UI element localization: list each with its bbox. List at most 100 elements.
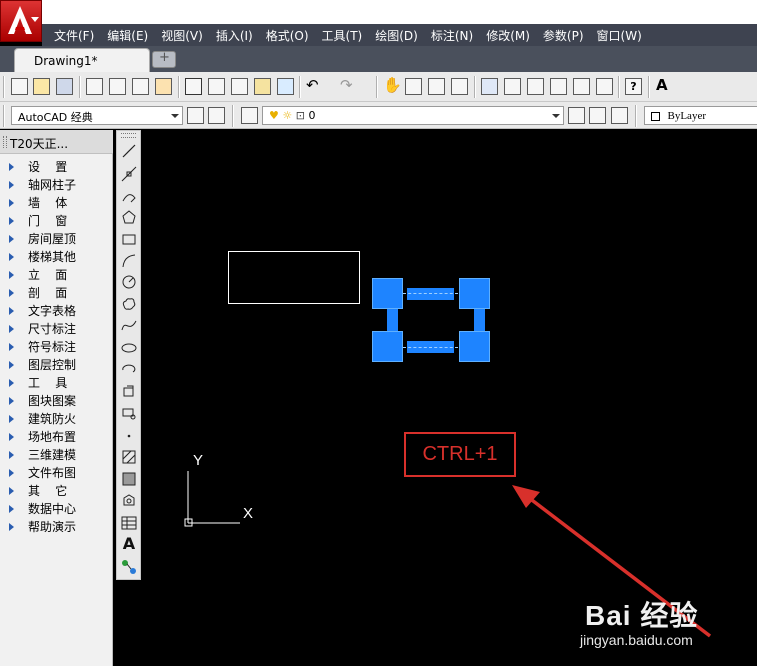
- revision-cloud-icon[interactable]: [121, 296, 137, 312]
- region-icon[interactable]: [121, 493, 137, 509]
- menu-parametric[interactable]: 参数(P): [530, 27, 584, 44]
- multiline-text-icon[interactable]: A: [121, 536, 137, 552]
- menu-view[interactable]: 视图(V): [148, 27, 203, 44]
- menu-tools[interactable]: 工具(T): [309, 27, 363, 44]
- paste-icon[interactable]: [231, 78, 248, 95]
- publish-icon[interactable]: [132, 78, 149, 95]
- rectangle-icon[interactable]: [121, 231, 137, 247]
- t20-menu-item[interactable]: 帮助演示: [0, 518, 112, 536]
- expand-triangle-icon: [9, 235, 14, 243]
- layer-select[interactable]: ♥ ☼ ⊡ 0: [262, 106, 564, 125]
- copy-icon[interactable]: [208, 78, 225, 95]
- print-icon[interactable]: [86, 78, 103, 95]
- cut-icon[interactable]: [185, 78, 202, 95]
- t20-menu-item[interactable]: 工 具: [0, 374, 112, 392]
- zoom-window-icon[interactable]: [428, 78, 445, 95]
- grip-bottom-left[interactable]: [372, 331, 403, 362]
- ellipse-icon[interactable]: [121, 340, 137, 356]
- t20-menu-item[interactable]: 文件布图: [0, 464, 112, 482]
- construction-line-icon[interactable]: [121, 166, 137, 182]
- new-file-icon[interactable]: [11, 78, 28, 95]
- t20-menu-item[interactable]: 图块图案: [0, 392, 112, 410]
- rectangle-object[interactable]: [228, 251, 360, 304]
- layer-state-icon[interactable]: [611, 107, 628, 124]
- menu-edit[interactable]: 编辑(E): [94, 27, 148, 44]
- t20-menu-item[interactable]: 场地布置: [0, 428, 112, 446]
- point-icon[interactable]: [121, 427, 137, 443]
- color-select[interactable]: ByLayer: [644, 106, 757, 125]
- grip-bottom-right[interactable]: [459, 331, 490, 362]
- t20-menu-item[interactable]: 楼梯其他: [0, 248, 112, 266]
- t20-menu-item[interactable]: 数据中心: [0, 500, 112, 518]
- t20-menu-item[interactable]: 其 它: [0, 482, 112, 500]
- 3d-dwf-icon[interactable]: [155, 78, 172, 95]
- expand-triangle-icon: [9, 253, 14, 261]
- circle-icon[interactable]: [121, 274, 137, 290]
- t20-menu-item[interactable]: 墙 体: [0, 194, 112, 212]
- save-icon[interactable]: [56, 78, 73, 95]
- watermark-url: jingyan.baidu.com: [580, 632, 693, 648]
- menu-window[interactable]: 窗口(W): [584, 27, 642, 44]
- arc-icon[interactable]: [121, 253, 137, 269]
- grip-top-right[interactable]: [459, 278, 490, 309]
- make-block-icon[interactable]: [121, 405, 137, 421]
- t20-menu-item[interactable]: 符号标注: [0, 338, 112, 356]
- calculator-icon[interactable]: [596, 78, 613, 95]
- workspace-settings-icon[interactable]: [187, 107, 204, 124]
- t20-menu-item[interactable]: 门 窗: [0, 212, 112, 230]
- t20-menu-item[interactable]: 文字表格: [0, 302, 112, 320]
- t20-menu-item[interactable]: 设 置: [0, 158, 112, 176]
- undo-icon[interactable]: ↶: [306, 76, 323, 94]
- t20-menu-item[interactable]: 立 面: [0, 266, 112, 284]
- menu-format[interactable]: 格式(O): [253, 27, 309, 44]
- open-folder-icon[interactable]: [33, 78, 50, 95]
- ellipse-arc-icon[interactable]: [121, 361, 137, 377]
- markup-icon[interactable]: [573, 78, 590, 95]
- layer-manager-icon[interactable]: [241, 107, 258, 124]
- sheet-set-icon[interactable]: [550, 78, 567, 95]
- line-icon[interactable]: [121, 143, 137, 159]
- t20-menu-item[interactable]: 建筑防火: [0, 410, 112, 428]
- t20-menu-item[interactable]: 图层控制: [0, 356, 112, 374]
- insert-block-icon[interactable]: [121, 383, 137, 399]
- t20-menu-item[interactable]: 轴网柱子: [0, 176, 112, 194]
- text-style-icon[interactable]: A: [656, 76, 673, 94]
- t20-menu-item[interactable]: 三维建模: [0, 446, 112, 464]
- zoom-realtime-icon[interactable]: [405, 78, 422, 95]
- design-center-icon[interactable]: [504, 78, 521, 95]
- gradient-icon[interactable]: [121, 471, 137, 487]
- new-tab-button[interactable]: [152, 50, 176, 68]
- help-icon[interactable]: ?: [625, 78, 642, 95]
- t20-menu-item[interactable]: 房间屋顶: [0, 230, 112, 248]
- tab-drawing1[interactable]: Drawing1*: [14, 48, 150, 72]
- block-editor-icon[interactable]: [277, 78, 294, 95]
- properties-icon[interactable]: [481, 78, 498, 95]
- zoom-previous-icon[interactable]: [451, 78, 468, 95]
- menu-file[interactable]: 文件(F): [42, 27, 94, 44]
- t20-menu-item[interactable]: 尺寸标注: [0, 320, 112, 338]
- application-menu-button[interactable]: [0, 0, 42, 42]
- toolbar-grip: [121, 133, 136, 138]
- menu-draw[interactable]: 绘图(D): [362, 27, 418, 44]
- redo-icon[interactable]: ↷: [340, 76, 357, 94]
- workspace-save-icon[interactable]: [208, 107, 225, 124]
- hatch-icon[interactable]: [121, 449, 137, 465]
- layer-previous-icon[interactable]: [589, 107, 606, 124]
- make-current-layer-icon[interactable]: [568, 107, 585, 124]
- tool-palettes-icon[interactable]: [527, 78, 544, 95]
- spline-icon[interactable]: [121, 318, 137, 334]
- menu-dimension[interactable]: 标注(N): [418, 27, 473, 44]
- match-properties-icon[interactable]: [254, 78, 271, 95]
- pan-hand-icon[interactable]: ✋: [383, 76, 402, 94]
- toolbar-separator: [648, 76, 650, 98]
- table-icon[interactable]: [121, 515, 137, 531]
- grip-top-left[interactable]: [372, 278, 403, 309]
- add-selected-icon[interactable]: [121, 559, 137, 575]
- menu-modify[interactable]: 修改(M): [473, 27, 530, 44]
- t20-menu-item[interactable]: 剖 面: [0, 284, 112, 302]
- workspace-select[interactable]: AutoCAD 经典: [11, 106, 183, 125]
- polygon-icon[interactable]: [121, 209, 137, 225]
- polyline-icon[interactable]: [121, 188, 137, 204]
- menu-insert[interactable]: 插入(I): [203, 27, 253, 44]
- print-preview-icon[interactable]: [109, 78, 126, 95]
